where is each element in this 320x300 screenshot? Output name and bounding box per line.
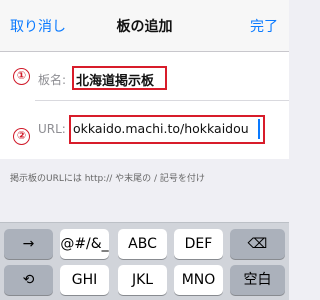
backspace-icon[interactable]: ⌫	[230, 229, 285, 259]
text-cursor	[258, 119, 260, 139]
key-abc[interactable]: ABC	[118, 229, 167, 259]
key-mno[interactable]: MNO	[174, 265, 223, 295]
form-section: ① 板名: 北海道掲示板 ② URL: okkaido.machi.to/hok…	[0, 52, 289, 159]
navigation-bar: 取り消し 板の追加 完了	[0, 0, 289, 52]
board-name-label: 板名:	[38, 73, 67, 87]
arrow-right-icon[interactable]: →	[4, 229, 53, 259]
key-ghi[interactable]: GHI	[60, 265, 109, 295]
page-title: 板の追加	[116, 19, 173, 35]
done-button[interactable]: 完了	[250, 16, 278, 36]
key-def[interactable]: DEF	[174, 229, 223, 259]
url-hint-text: 掲示板のURLには http:// や末尾の / 記号を付け	[10, 174, 205, 184]
field-divider	[35, 100, 289, 101]
marker-1: ①	[13, 68, 30, 85]
url-field[interactable]: okkaido.machi.to/hokkaidou	[73, 121, 258, 136]
undo-icon[interactable]: ⟲	[4, 265, 53, 295]
key-jkl[interactable]: JKL	[118, 265, 167, 295]
keyboard: → @#/&_ ABC DEF ⌫ ⟲ GHI JKL MNO 空白	[0, 222, 289, 300]
space-key[interactable]: 空白	[230, 265, 285, 295]
marker-2: ②	[13, 128, 30, 145]
url-label: URL:	[38, 122, 66, 136]
key-symbols[interactable]: @#/&_	[60, 229, 109, 259]
board-name-field[interactable]: 北海道掲示板	[76, 70, 164, 89]
